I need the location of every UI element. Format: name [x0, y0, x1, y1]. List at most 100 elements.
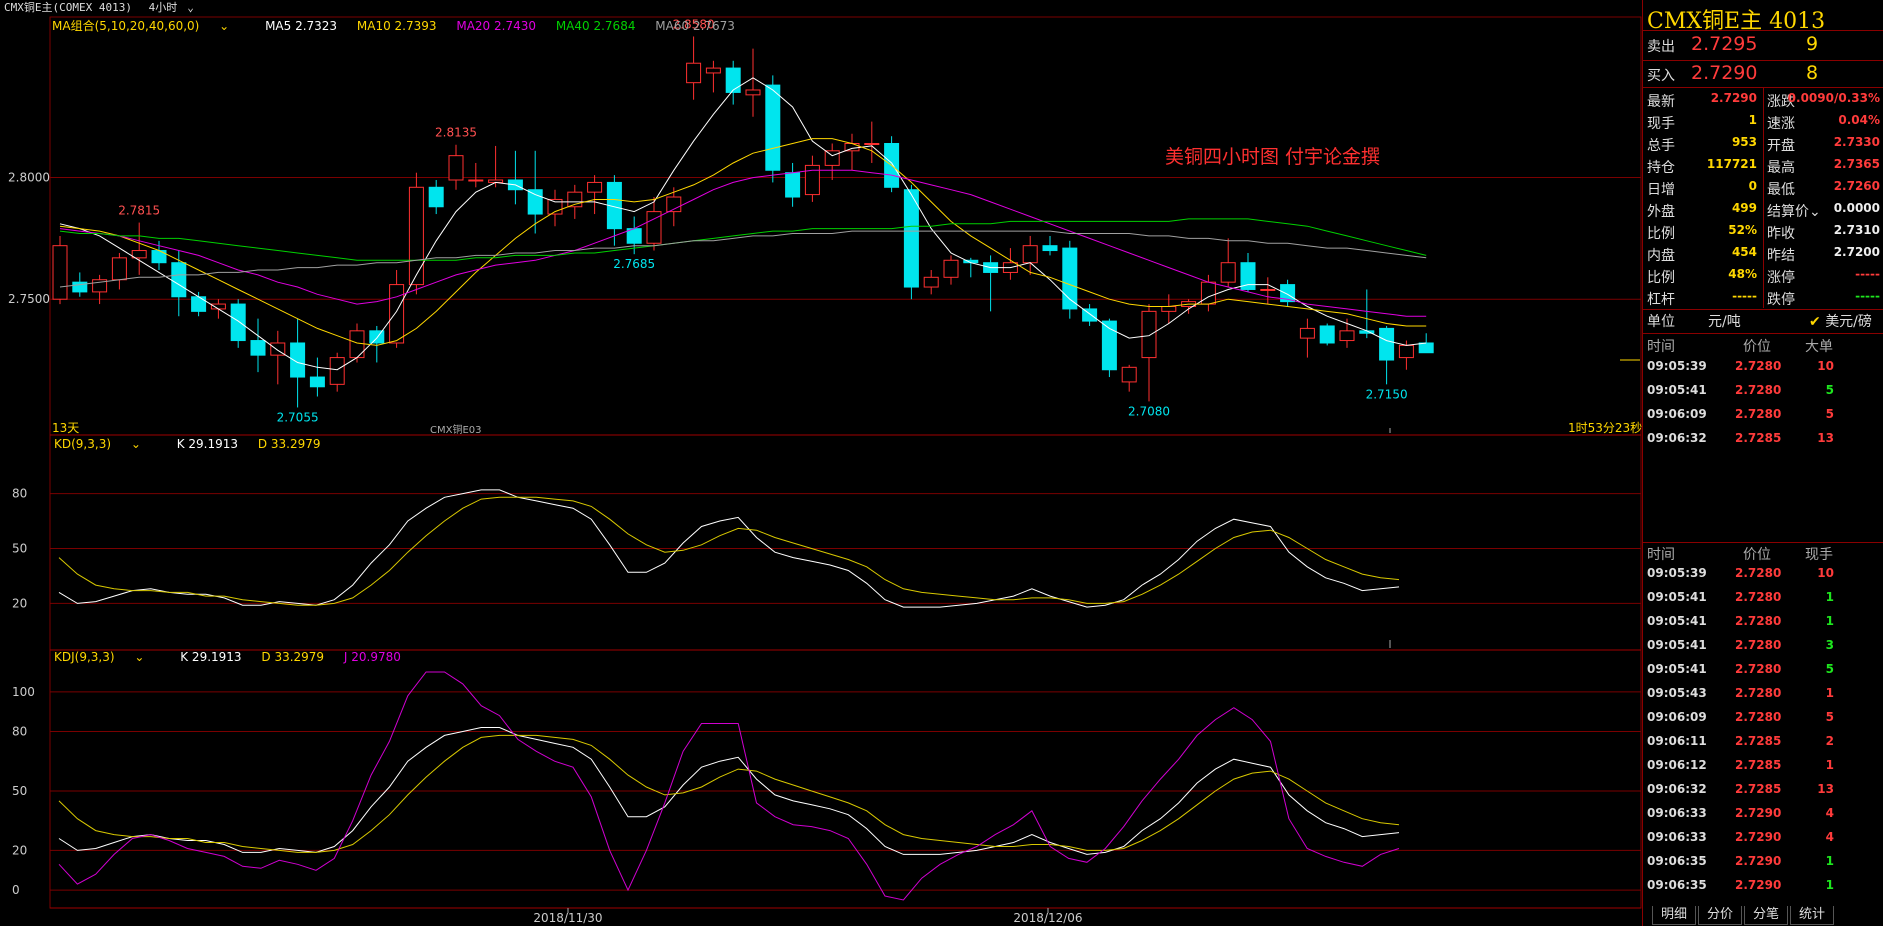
y-tick-label: 50 — [12, 784, 27, 798]
trade-volume: 1 — [1825, 854, 1834, 868]
ma10-label: MA10 2.7393 — [356, 19, 437, 33]
candle-body — [1042, 245, 1058, 252]
footer-countdown: 1时53分23秒 — [1568, 421, 1643, 435]
tab-detail[interactable]: 明细 — [1652, 906, 1697, 925]
unit-value[interactable]: 元/吨 — [1708, 311, 1741, 331]
tab-stats[interactable]: 统计 — [1790, 906, 1835, 925]
trade-row[interactable]: 09:05:41 2.7280 1 — [1643, 587, 1883, 609]
trade-row[interactable]: 09:05:41 2.7280 5 — [1643, 380, 1883, 402]
trade-price: 2.7290 — [1735, 854, 1782, 868]
symbol-title[interactable]: CMX铜E主(COMEX 4013) — [4, 1, 132, 14]
currency-toggle[interactable]: ✔ 美元/磅 — [1809, 311, 1872, 331]
period-dropdown[interactable]: 4小时 ⌄ — [149, 1, 204, 14]
trade-volume: 1 — [1825, 614, 1834, 628]
bid-price: 2.7290 — [1691, 62, 1758, 84]
stat-label: 比例 — [1647, 270, 1675, 286]
trade-volume: 10 — [1817, 359, 1834, 373]
kdj-group-dropdown[interactable]: KDJ(9,3,3) ⌄ — [54, 650, 160, 664]
ma20-label: MA20 2.7430 — [456, 19, 536, 33]
ma5-line — [59, 77, 1427, 371]
check-icon: ✔ — [1809, 314, 1821, 330]
price-extreme-label: 2.7080 — [1128, 404, 1170, 418]
bid-row[interactable]: 买入 2.7290 8 — [1643, 61, 1883, 87]
trade-row[interactable]: 09:06:12 2.7285 1 — [1643, 755, 1883, 777]
trade-price: 2.7280 — [1735, 383, 1782, 397]
stat-value: 1 — [1748, 113, 1757, 127]
y-tick-label: 100 — [12, 685, 35, 699]
trade-row[interactable]: 09:06:33 2.7290 4 — [1643, 803, 1883, 825]
candle-body — [448, 155, 464, 181]
ma60-label: MA60 2.7673 — [655, 19, 735, 33]
trade-volume: 5 — [1825, 662, 1834, 676]
ask-row[interactable]: 卖出 2.7295 9 — [1643, 33, 1883, 59]
y-tick-label: 20 — [12, 596, 27, 610]
stat-label: 持仓 — [1647, 160, 1675, 176]
big-header-time: 时间 — [1647, 339, 1675, 355]
chart-area[interactable]: 2.80002.75002.85802.81352.78152.76852.70… — [0, 0, 1642, 926]
trade-row[interactable]: 09:05:41 2.7280 3 — [1643, 635, 1883, 657]
stat-row: 持仓 117721 最高 2.7365 — [1643, 155, 1883, 177]
stat-value: 0.04% — [1838, 113, 1880, 127]
stat-value: 454 — [1731, 245, 1757, 259]
tick-header-time: 时间 — [1647, 547, 1675, 563]
stat-row: 比例 52% 昨收 2.7310 — [1643, 221, 1883, 243]
trade-row[interactable]: 09:06:32 2.7285 13 — [1643, 428, 1883, 450]
bid-volume: 8 — [1806, 62, 1819, 84]
trade-row[interactable]: 09:05:43 2.7280 1 — [1643, 683, 1883, 705]
stat-label: 跌停 — [1767, 292, 1795, 308]
chevron-down-icon: ⌄ — [127, 437, 141, 451]
candle-body — [923, 276, 939, 288]
kdj-legend: KDJ(9,3,3) ⌄ K 29.1913 D 33.2979 J 20.97… — [54, 650, 417, 664]
stat-label: 内盘 — [1647, 248, 1675, 264]
candle-body — [369, 330, 385, 344]
stat-value: 2.7330 — [1833, 135, 1880, 149]
trade-row[interactable]: 09:06:09 2.7280 5 — [1643, 404, 1883, 426]
chart-annotation: 美铜四小时图 付宇论金撰 — [1165, 146, 1381, 168]
candle-body — [765, 84, 781, 171]
trade-row[interactable]: 09:05:39 2.7280 10 — [1643, 356, 1883, 378]
ma-group-dropdown[interactable]: MA组合(5,10,20,40,60,0) ⌄ — [52, 19, 245, 33]
candle-body — [1398, 344, 1414, 359]
trade-volume: 2 — [1825, 734, 1834, 748]
period-label: 4小时 — [148, 1, 178, 14]
stat-row: 现手 1 速涨 0.04% — [1643, 111, 1883, 133]
trade-row[interactable]: 09:06:32 2.7285 13 — [1643, 779, 1883, 801]
trade-row[interactable]: 09:05:39 2.7280 10 — [1643, 563, 1883, 585]
trade-row[interactable]: 09:06:33 2.7290 4 — [1643, 827, 1883, 849]
candle-body — [587, 181, 603, 193]
trade-volume: 1 — [1825, 590, 1834, 604]
trade-price: 2.7280 — [1735, 686, 1782, 700]
tick-header-price: 价位 — [1743, 547, 1771, 563]
trade-volume: 1 — [1825, 686, 1834, 700]
candle-body — [1141, 310, 1157, 359]
stat-label: 昨收 — [1767, 226, 1795, 242]
trade-row[interactable]: 09:06:11 2.7285 2 — [1643, 731, 1883, 753]
candle-body — [804, 164, 820, 196]
candle-body — [1418, 342, 1434, 354]
trade-volume: 10 — [1817, 566, 1834, 580]
trade-volume: 13 — [1817, 431, 1834, 445]
trade-time: 09:06:33 — [1647, 830, 1707, 844]
candle-body — [111, 257, 127, 281]
quote-panel: CMX铜E主 4013 卖出 2.7295 9 买入 2.7290 8 最新 2.… — [1642, 0, 1883, 926]
trade-time: 09:06:09 — [1647, 407, 1707, 421]
stat-value: 48% — [1728, 267, 1757, 281]
kd-group-dropdown[interactable]: KD(9,3,3) ⌄ — [54, 437, 157, 451]
trade-row[interactable]: 09:05:41 2.7280 5 — [1643, 659, 1883, 681]
detail-tabs: 明细 分价 分笔 统计 — [1652, 906, 1836, 925]
ma5-label: MA5 2.7323 — [265, 19, 338, 33]
tab-price-dist[interactable]: 分价 — [1698, 906, 1743, 925]
trade-row[interactable]: 09:06:09 2.7280 5 — [1643, 707, 1883, 729]
trade-volume: 5 — [1825, 383, 1834, 397]
tab-trades[interactable]: 分笔 — [1744, 906, 1789, 925]
x-tick-label: 2018/12/06 — [1013, 911, 1082, 925]
trade-time: 09:06:33 — [1647, 806, 1707, 820]
stat-value: 2.7260 — [1833, 179, 1880, 193]
stat-label: 涨停 — [1767, 270, 1795, 286]
trade-row[interactable]: 09:05:41 2.7280 1 — [1643, 611, 1883, 633]
trade-row[interactable]: 09:06:35 2.7290 1 — [1643, 851, 1883, 873]
kdj-d-label: D 33.2979 — [261, 650, 325, 664]
trade-row[interactable]: 09:06:35 2.7290 1 — [1643, 875, 1883, 897]
stat-row: 杠杆 ----- 跌停 ----- — [1643, 287, 1883, 309]
x-tick-label: 2018/11/30 — [533, 911, 602, 925]
